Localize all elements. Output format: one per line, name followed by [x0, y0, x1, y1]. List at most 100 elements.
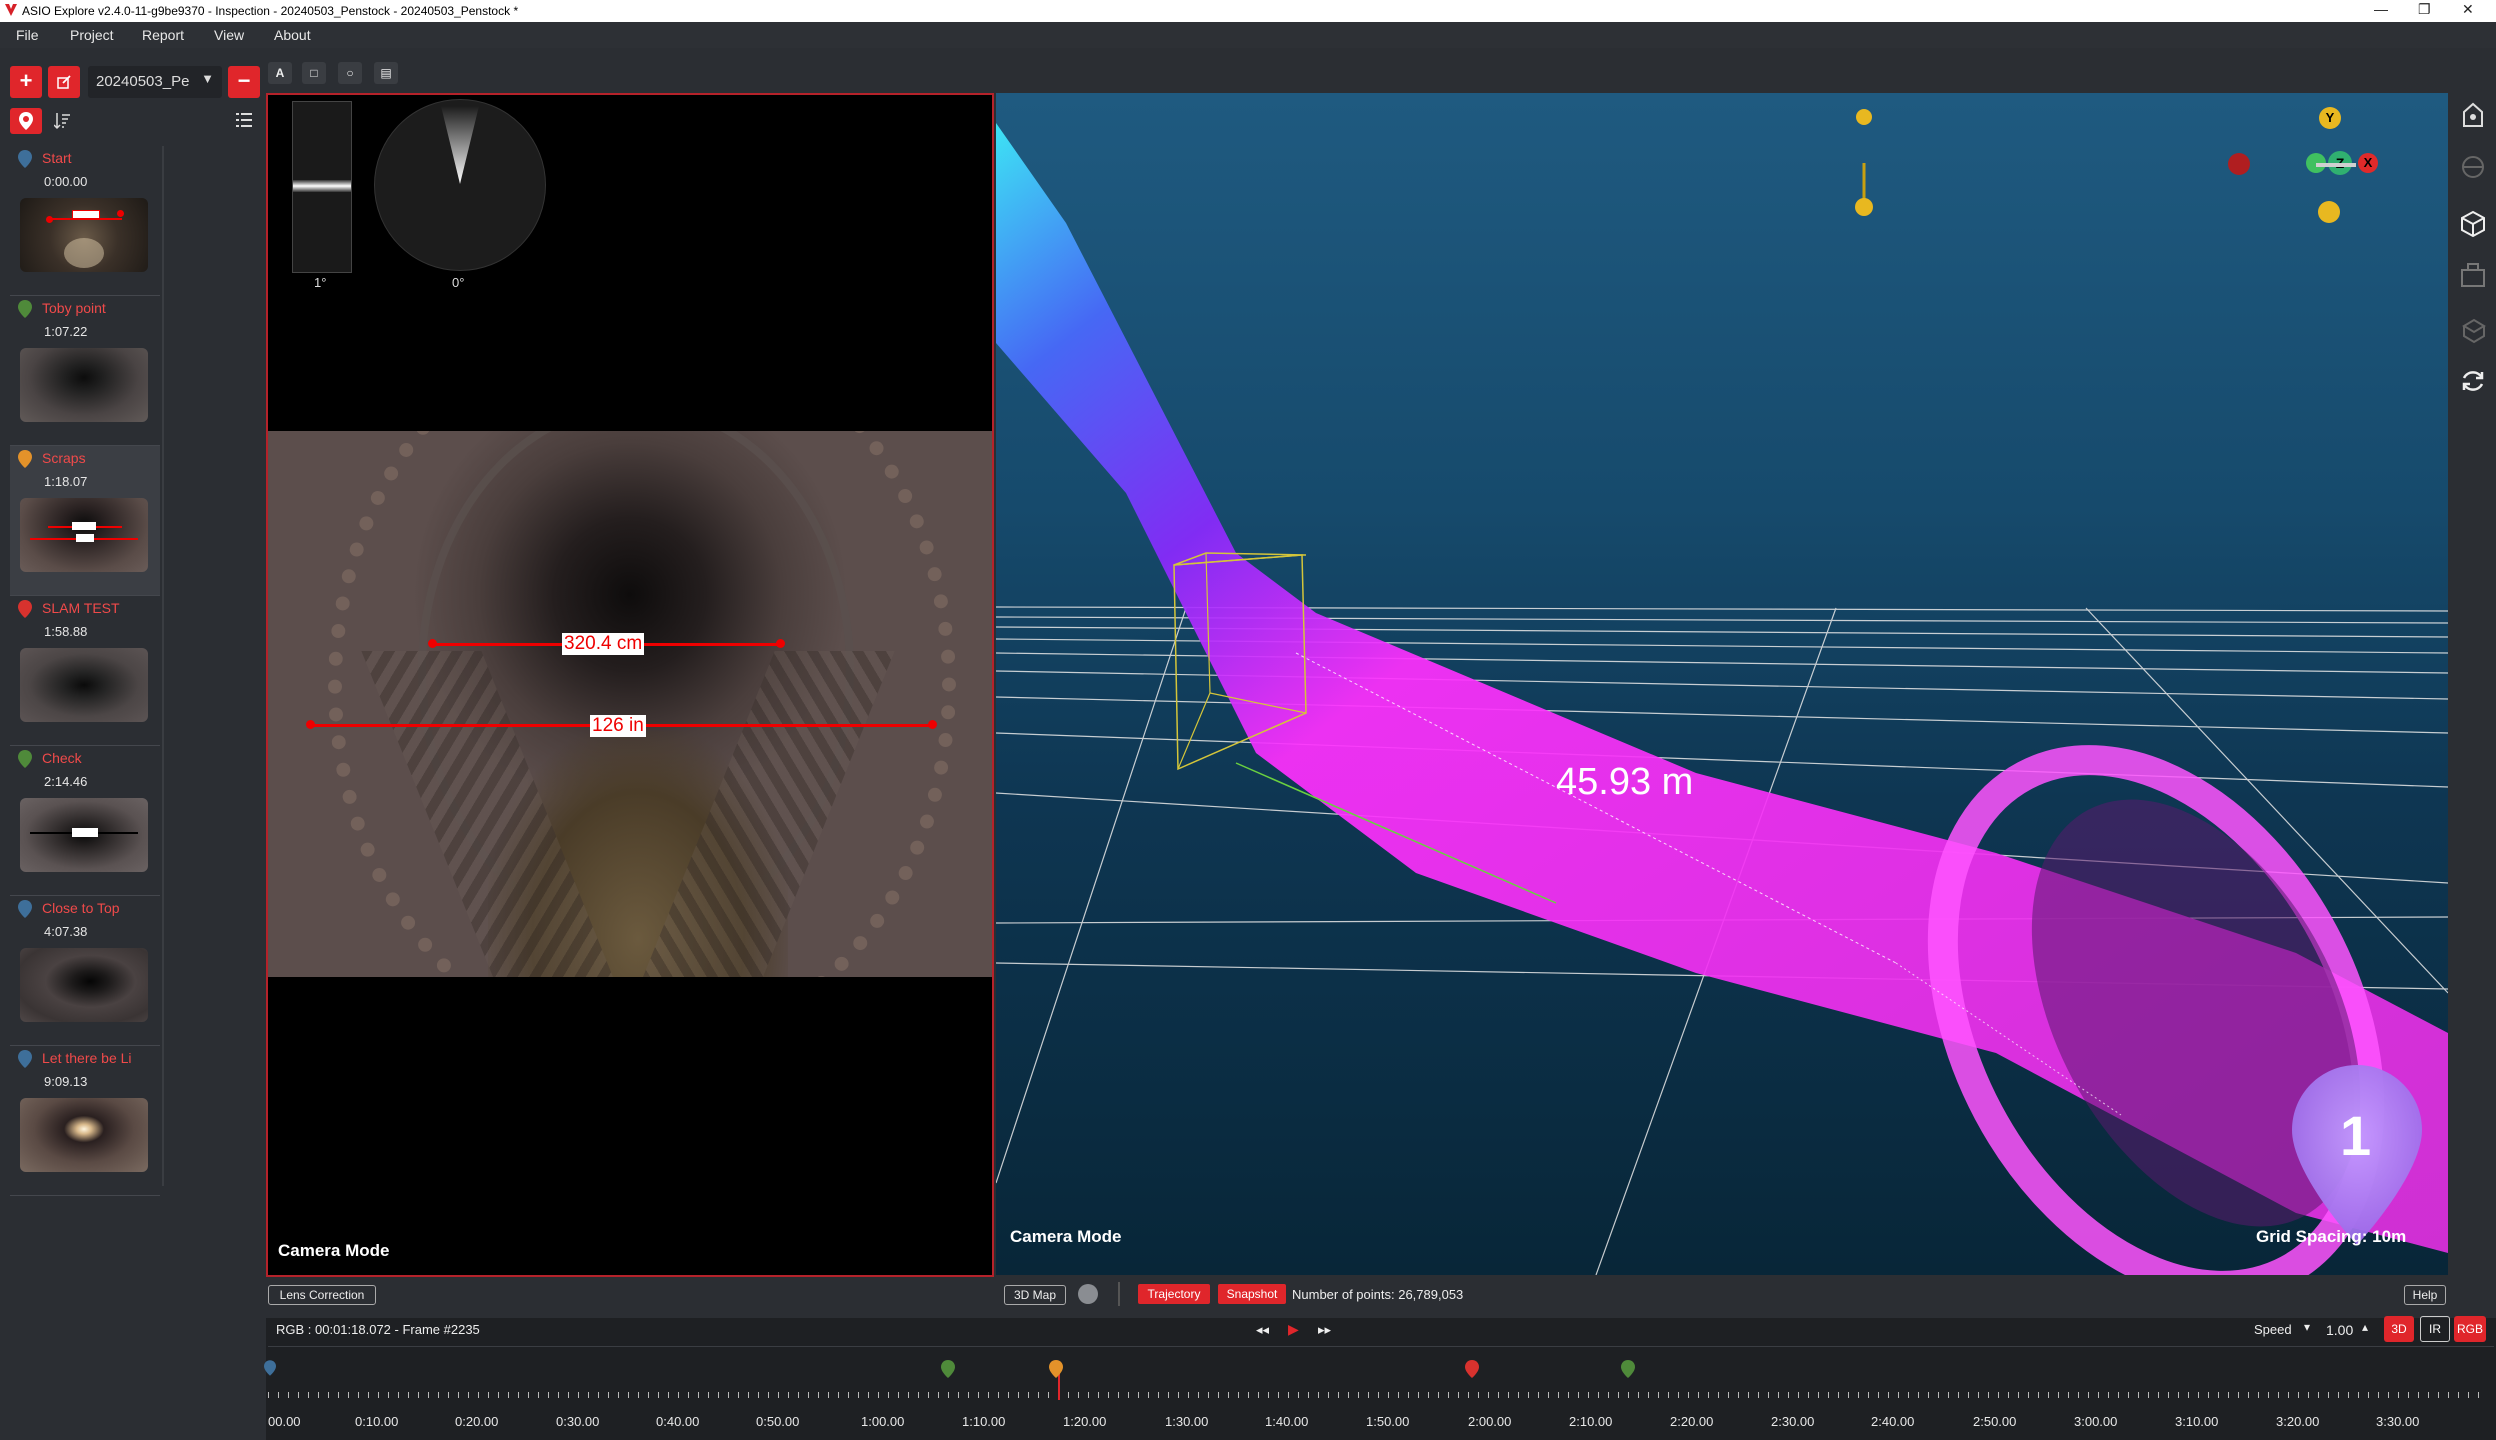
- menu-bar: File Project Report View About: [0, 22, 2496, 48]
- list-item[interactable]: SLAM TEST 1:58.88: [10, 596, 160, 746]
- menu-file[interactable]: File: [16, 27, 39, 43]
- timeline-marker-icon[interactable]: [1049, 1360, 1063, 1378]
- timeline-track[interactable]: [268, 1392, 2488, 1398]
- maximize-button[interactable]: ❐: [2418, 1, 2431, 18]
- axis-x-icon[interactable]: X: [2358, 153, 2378, 173]
- list-item[interactable]: Scraps 1:18.07: [10, 446, 160, 596]
- project-select[interactable]: 20240503_Pe ▼: [88, 66, 222, 98]
- refresh-button[interactable]: [2456, 364, 2490, 398]
- point-count-text: Number of points: 26,789,053: [1292, 1287, 1464, 1302]
- orbit-view-button[interactable]: [2456, 150, 2490, 184]
- timeline-tick: 0:30.00: [556, 1414, 600, 1429]
- list-view-icon[interactable]: [236, 112, 252, 128]
- list-item[interactable]: Let there be Li 9:09.13: [10, 1046, 160, 1196]
- project-select-value: 20240503_Pe: [96, 73, 190, 90]
- lens-correction-button[interactable]: Lens Correction: [268, 1285, 376, 1305]
- timeline-marker-icon[interactable]: [1621, 1360, 1635, 1378]
- timeline-tick: 1:40.00: [1265, 1414, 1309, 1429]
- snapshot-name: SLAM TEST: [42, 600, 120, 616]
- fast-forward-button[interactable]: ▸▸: [1318, 1322, 1331, 1338]
- map-pin-icon: [18, 750, 32, 768]
- rectangle-tool-button[interactable]: □: [302, 62, 326, 84]
- snapshot-time: 9:09.13: [44, 1074, 88, 1089]
- timeline-tick: 1:50.00: [1366, 1414, 1410, 1429]
- camera-image[interactable]: 320.4 cm 126 in: [268, 431, 992, 977]
- roll-indicator-icon: [441, 106, 479, 184]
- edit-icon: [57, 75, 71, 89]
- snapshot-time: 1:07.22: [44, 324, 88, 339]
- timeline-marker-icon[interactable]: [1465, 1360, 1479, 1378]
- frame-info-text: RGB : 00:01:18.072 - Frame #2235: [276, 1322, 480, 1337]
- timeline-tick: 3:30.00: [2376, 1414, 2420, 1429]
- timeline-marker-icon[interactable]: [941, 1360, 955, 1378]
- text-tool-button[interactable]: A: [268, 62, 292, 84]
- snapshot-button[interactable]: Snapshot: [1218, 1284, 1286, 1304]
- snapshot-thumbnail: [20, 948, 148, 1022]
- measurement-label: 126 in: [590, 715, 646, 737]
- menu-report[interactable]: Report: [142, 27, 184, 43]
- timeline-tick: 00.00: [268, 1414, 301, 1429]
- reset-view-button[interactable]: [2456, 98, 2490, 132]
- timeline-marker-icon[interactable]: [264, 1360, 276, 1376]
- menu-project[interactable]: Project: [70, 27, 114, 43]
- axis-y-icon[interactable]: Y: [2319, 107, 2341, 129]
- menu-view[interactable]: View: [214, 27, 244, 43]
- calculator-tool-button[interactable]: ▤: [374, 62, 398, 84]
- timeline-tick: 0:20.00: [455, 1414, 499, 1429]
- map-toggle[interactable]: [1078, 1284, 1098, 1304]
- camera-view[interactable]: 1° 0° 320.4 cm 126 in Camera Mode: [266, 93, 994, 1277]
- snapshot-thumbnail: [20, 198, 148, 272]
- axis-handle-icon[interactable]: [2228, 153, 2250, 175]
- tilt-gauge: [292, 101, 352, 273]
- mode-rgb-button[interactable]: RGB: [2454, 1316, 2486, 1342]
- close-button[interactable]: ✕: [2462, 1, 2474, 18]
- pointcloud-canvas[interactable]: [996, 93, 2448, 1275]
- snapshot-marker[interactable]: 1: [2292, 1065, 2422, 1245]
- cube-view-button[interactable]: [2456, 206, 2490, 240]
- home-view-icon: [2463, 102, 2483, 127]
- snapshot-time: 2:14.46: [44, 774, 88, 789]
- rewind-button[interactable]: ◂◂: [1256, 1322, 1269, 1338]
- location-button[interactable]: [10, 108, 42, 134]
- list-item[interactable]: Close to Top 4:07.38: [10, 896, 160, 1046]
- list-item[interactable]: Start 0:00.00: [10, 146, 160, 296]
- mode-ir-button[interactable]: IR: [2420, 1316, 2450, 1342]
- title-bar: ASIO Explore v2.4.0-11-g9be9370 - Inspec…: [0, 0, 2496, 22]
- orbit-icon: [2462, 156, 2484, 178]
- circle-tool-button[interactable]: ○: [338, 62, 362, 84]
- play-button[interactable]: ▶: [1288, 1321, 1299, 1338]
- trajectory-button[interactable]: Trajectory: [1138, 1284, 1210, 1304]
- timeline-tick: 3:10.00: [2175, 1414, 2219, 1429]
- snapshot-name: Let there be Li: [42, 1050, 132, 1066]
- timeline-tick: 2:10.00: [1569, 1414, 1613, 1429]
- roll-gauge: [374, 99, 546, 271]
- snapshot-list: Start 0:00.00 Toby point 1:07.22 Scraps …: [10, 146, 160, 1196]
- pointcloud-view[interactable]: 45.93 m Y Z X 1 Camera Mode Grid Spacing…: [996, 93, 2448, 1275]
- list-item[interactable]: Toby point 1:07.22: [10, 296, 160, 446]
- snapshot-name: Scraps: [42, 450, 86, 466]
- snapshot-thumbnail: [20, 798, 148, 872]
- sidebar-scrollbar[interactable]: [162, 146, 164, 1186]
- add-snapshot-button[interactable]: +: [10, 66, 42, 98]
- camera-tool-button[interactable]: [2456, 258, 2490, 292]
- remove-snapshot-button[interactable]: −: [228, 66, 260, 98]
- mode-3d-button[interactable]: 3D: [2384, 1316, 2414, 1342]
- cube-icon: [2461, 210, 2485, 238]
- axis-handle-icon[interactable]: [2318, 201, 2340, 223]
- edit-snapshot-button[interactable]: [48, 66, 80, 98]
- timeline-tick: 1:30.00: [1165, 1414, 1209, 1429]
- speed-value[interactable]: 1.00: [2326, 1322, 2353, 1338]
- help-button[interactable]: Help: [2404, 1285, 2446, 1305]
- timeline-tick: 0:40.00: [656, 1414, 700, 1429]
- list-item[interactable]: Check 2:14.46: [10, 746, 160, 896]
- sort-icon[interactable]: [54, 112, 70, 130]
- menu-about[interactable]: About: [274, 27, 311, 43]
- minimize-button[interactable]: —: [2374, 1, 2388, 17]
- 3d-map-button[interactable]: 3D Map: [1004, 1285, 1066, 1305]
- roll-label: 0°: [452, 275, 465, 290]
- timeline-tick: 2:40.00: [1871, 1414, 1915, 1429]
- snapshot-time: 1:58.88: [44, 624, 88, 639]
- wireframe-view-button[interactable]: [2456, 312, 2490, 346]
- chevron-down-icon[interactable]: ▾: [2304, 1320, 2310, 1334]
- chevron-up-icon[interactable]: ▴: [2362, 1320, 2368, 1334]
